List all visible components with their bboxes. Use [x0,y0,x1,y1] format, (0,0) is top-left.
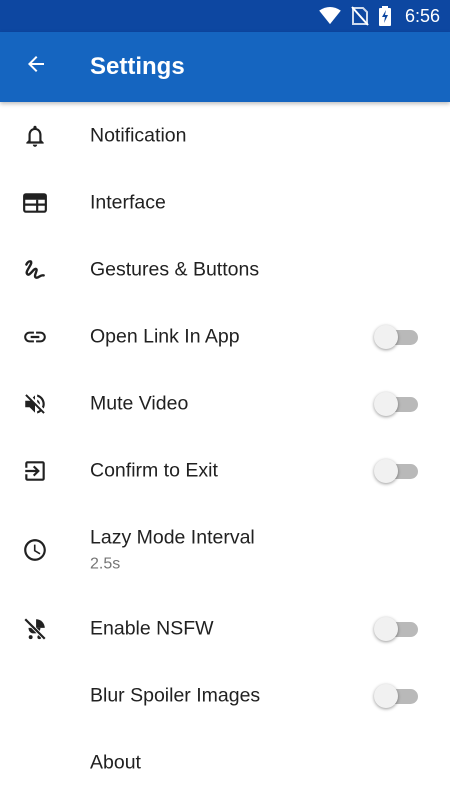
settings-item-label: Enable NSFW [90,617,214,639]
settings-item-label: Interface [90,191,166,213]
status-bar: 6:56 [0,0,450,32]
clock-icon [20,535,50,565]
settings-item-nsfw[interactable]: Enable NSFW [0,595,450,662]
open-link-toggle[interactable] [374,324,420,349]
settings-item-mute-video[interactable]: Mute Video [0,370,450,437]
settings-item-confirm-exit[interactable]: Confirm to Exit [0,437,450,504]
settings-item-label: Blur Spoiler Images [90,684,261,706]
toggle-thumb [374,616,398,641]
volume-off-icon [20,389,50,419]
blur-spoiler-toggle[interactable] [374,683,420,708]
battery-charging-icon [378,6,391,26]
nsfw-toggle[interactable] [374,616,420,641]
gesture-icon [20,255,50,285]
settings-item-label: Notification [90,124,187,146]
toggle-thumb [374,683,398,708]
link-icon [20,322,50,352]
settings-item-about[interactable]: About [0,729,450,796]
lazy-mode-text: Lazy Mode Interval 2.5s [90,526,255,573]
baby-carriage-off-icon [20,614,50,644]
wifi-icon [319,7,341,25]
settings-item-blur-spoiler[interactable]: Blur Spoiler Images [0,662,450,729]
settings-item-open-link[interactable]: Open Link In App [0,303,450,370]
settings-item-label: Gestures & Buttons [90,258,260,280]
status-icons: 6:56 [319,0,440,32]
settings-item-label: Lazy Mode Interval [90,526,255,548]
settings-item-notification[interactable]: Notification [0,102,450,169]
confirm-exit-toggle[interactable] [374,458,420,483]
settings-item-label: Open Link In App [90,325,240,347]
toggle-thumb [374,391,398,416]
exit-to-app-icon [20,456,50,486]
settings-item-label: About [90,751,141,773]
lazy-mode-value: 2.5s [90,555,121,572]
toggle-thumb [374,458,398,483]
arrow-left-icon [24,52,48,81]
back-button[interactable] [14,44,58,88]
settings-item-label: Confirm to Exit [90,459,218,481]
settings-item-lazy-mode[interactable]: Lazy Mode Interval 2.5s [0,504,450,595]
page-title: Settings [90,53,185,80]
mute-video-toggle[interactable] [374,391,420,416]
settings-list: Notification Interface Gestures & Button… [0,102,450,796]
no-sim-icon [351,6,369,26]
bell-icon [20,121,50,151]
toggle-thumb [374,324,398,349]
web-layout-icon [20,188,50,218]
settings-item-interface[interactable]: Interface [0,169,450,236]
app-bar: Settings [0,32,450,102]
settings-item-label: Mute Video [90,392,189,414]
settings-item-gestures[interactable]: Gestures & Buttons [0,236,450,303]
status-time: 6:56 [404,5,440,26]
